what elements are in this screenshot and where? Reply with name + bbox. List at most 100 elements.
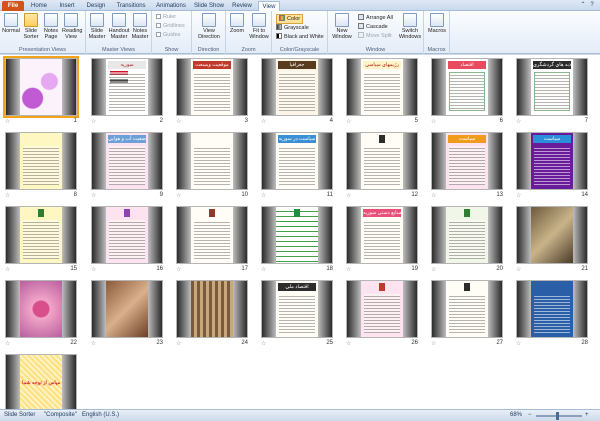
notes-page-button[interactable]: Notes Page bbox=[42, 13, 60, 40]
minimize-ribbon-icon[interactable]: ⌃ bbox=[580, 2, 586, 8]
slide-transition-icon[interactable]: ☆ bbox=[261, 340, 266, 347]
reading-view-button[interactable]: Reading View bbox=[62, 13, 83, 40]
slide-transition-icon[interactable]: ☆ bbox=[516, 266, 521, 273]
slide-thumbnail[interactable] bbox=[346, 132, 418, 190]
status-language[interactable]: English (U.S.) bbox=[82, 410, 119, 421]
move-split-button[interactable]: Move Split bbox=[358, 32, 392, 40]
slide-thumbnail[interactable] bbox=[431, 206, 503, 264]
slide-transition-icon[interactable]: ☆ bbox=[431, 118, 436, 125]
slide-thumbnail[interactable] bbox=[91, 280, 163, 338]
fit-to-window-button[interactable]: Fit to Window bbox=[248, 13, 270, 40]
guides-checkbox[interactable]: Guides bbox=[156, 32, 180, 39]
slide-thumbnail[interactable]: وضعيت آب و هوايي bbox=[91, 132, 163, 190]
grayscale-button[interactable]: Grayscale bbox=[276, 24, 309, 32]
switch-windows-button[interactable]: Switch Windows bbox=[398, 13, 422, 40]
tab-transitions[interactable]: Transitions bbox=[112, 1, 150, 11]
ruler-checkbox[interactable]: Ruler bbox=[156, 14, 176, 21]
window-label: Window bbox=[365, 47, 386, 53]
slide-transition-icon[interactable]: ☆ bbox=[346, 118, 351, 125]
tab-home[interactable]: Home bbox=[26, 1, 52, 11]
slide-transition-icon[interactable]: ☆ bbox=[431, 266, 436, 273]
color-button[interactable]: Color bbox=[276, 14, 304, 24]
zoom-out-icon[interactable]: − bbox=[528, 410, 532, 421]
tab-view[interactable]: View bbox=[258, 1, 280, 11]
slide-thumbnail[interactable]: سياست bbox=[516, 132, 588, 190]
slide-thumbnail[interactable]: اقتصاد ملي bbox=[261, 280, 333, 338]
slide-master-button[interactable]: Slide Master bbox=[88, 13, 106, 40]
slide-transition-icon[interactable]: ☆ bbox=[5, 118, 10, 125]
slide-thumbnail[interactable]: سياست در سوريه bbox=[261, 132, 333, 190]
slide-transition-icon[interactable]: ☆ bbox=[91, 340, 96, 347]
slide-thumbnail[interactable] bbox=[346, 280, 418, 338]
slide-transition-icon[interactable]: ☆ bbox=[431, 192, 436, 199]
slide-transition-icon[interactable]: ☆ bbox=[91, 192, 96, 199]
slide-transition-icon[interactable]: ☆ bbox=[516, 192, 521, 199]
slide-transition-icon[interactable]: ☆ bbox=[261, 192, 266, 199]
tab-file[interactable]: File bbox=[2, 1, 24, 11]
slide-transition-icon[interactable]: ☆ bbox=[5, 192, 10, 199]
cascade-button[interactable]: Cascade bbox=[358, 23, 388, 31]
slide-thumbnail[interactable]: سياست bbox=[431, 132, 503, 190]
tab-design[interactable]: Design bbox=[82, 1, 110, 11]
zoom-in-icon[interactable]: + bbox=[585, 410, 589, 421]
slide-thumbnail[interactable]: جاذبه هاي گردشگري bbox=[516, 58, 588, 116]
slide-thumbnail[interactable]: موقعيت ويسعت bbox=[176, 58, 248, 116]
slide-thumbnail[interactable] bbox=[516, 206, 588, 264]
slide-transition-icon[interactable]: ☆ bbox=[91, 266, 96, 273]
tab-review[interactable]: Review bbox=[228, 1, 256, 11]
slide-transition-icon[interactable]: ☆ bbox=[5, 340, 10, 347]
slide-transition-icon[interactable]: ☆ bbox=[91, 118, 96, 125]
notes-master-button[interactable]: Notes Master bbox=[131, 13, 149, 40]
slide-thumbnail[interactable] bbox=[91, 206, 163, 264]
slide-transition-icon[interactable]: ☆ bbox=[176, 266, 181, 273]
slide-thumbnail[interactable] bbox=[176, 132, 248, 190]
slide-thumbnail[interactable]: صنايع دستي سوريه bbox=[346, 206, 418, 264]
slide-thumbnail[interactable]: اقتصاد bbox=[431, 58, 503, 116]
slide-transition-icon[interactable]: ☆ bbox=[346, 340, 351, 347]
slide-transition-icon[interactable]: ☆ bbox=[516, 340, 521, 347]
handout-master-button[interactable]: Handout Master bbox=[108, 13, 130, 40]
slide-transition-icon[interactable]: ☆ bbox=[261, 118, 266, 125]
normal-view-button[interactable]: Normal bbox=[2, 13, 20, 34]
zoom-slider[interactable] bbox=[536, 412, 582, 420]
direction-label: Direction bbox=[197, 47, 220, 53]
slide-thumbnail[interactable]: با سپاس از توجه شما bbox=[5, 354, 77, 412]
slide-transition-icon[interactable]: ☆ bbox=[261, 266, 266, 273]
slide-transition-icon[interactable]: ☆ bbox=[176, 192, 181, 199]
slide-thumbnail[interactable]: جغرافيا bbox=[261, 58, 333, 116]
zoom-button[interactable]: Zoom bbox=[228, 13, 246, 34]
slide-thumbnail[interactable] bbox=[176, 280, 248, 338]
arrange-all-button[interactable]: Arrange All bbox=[358, 14, 393, 22]
slide-sorter-button[interactable]: Slide Sorter bbox=[22, 13, 40, 40]
tab-animations[interactable]: Animations bbox=[152, 1, 190, 11]
slide-sorter-pane[interactable]: ☆ 1 سوريه ☆ 2 موقعيت ويسعت ☆ 3 جغرافيا ☆ 4 رژيمهاي … bbox=[0, 54, 600, 421]
slide-thumbnail[interactable]: رژيمهاي سياسي bbox=[346, 58, 418, 116]
slide-transition-icon[interactable]: ☆ bbox=[176, 118, 181, 125]
slide-frame-left bbox=[6, 281, 20, 337]
view-direction-button[interactable]: View Direction bbox=[195, 13, 223, 40]
slide-thumbnail[interactable] bbox=[431, 280, 503, 338]
status-zoom-level[interactable]: 68% bbox=[510, 410, 522, 421]
slide-thumbnail[interactable] bbox=[3, 56, 79, 118]
slide-thumbnail[interactable] bbox=[261, 206, 333, 264]
slide-thumbnail[interactable]: سوريه bbox=[91, 58, 163, 116]
slide-thumbnail[interactable] bbox=[5, 206, 77, 264]
macros-button[interactable]: Macros bbox=[428, 13, 446, 34]
slide-transition-icon[interactable]: ☆ bbox=[176, 340, 181, 347]
slide-transition-icon[interactable]: ☆ bbox=[431, 340, 436, 347]
gridlines-checkbox[interactable]: Gridlines bbox=[156, 23, 185, 30]
zoom-slider-thumb[interactable] bbox=[556, 412, 559, 420]
slide-thumbnail[interactable] bbox=[5, 132, 77, 190]
slide-thumbnail[interactable] bbox=[516, 280, 588, 338]
slide-transition-icon[interactable]: ☆ bbox=[346, 266, 351, 273]
slide-transition-icon[interactable]: ☆ bbox=[346, 192, 351, 199]
slide-thumbnail[interactable] bbox=[176, 206, 248, 264]
help-icon[interactable]: ? bbox=[589, 2, 595, 8]
tab-slide-show[interactable]: Slide Show bbox=[192, 1, 226, 11]
tab-insert[interactable]: Insert bbox=[54, 1, 80, 11]
black-and-white-button[interactable]: Black and White bbox=[276, 33, 324, 41]
slide-transition-icon[interactable]: ☆ bbox=[5, 266, 10, 273]
slide-transition-icon[interactable]: ☆ bbox=[516, 118, 521, 125]
slide-thumbnail[interactable] bbox=[5, 280, 77, 338]
new-window-button[interactable]: New Window bbox=[330, 13, 354, 40]
